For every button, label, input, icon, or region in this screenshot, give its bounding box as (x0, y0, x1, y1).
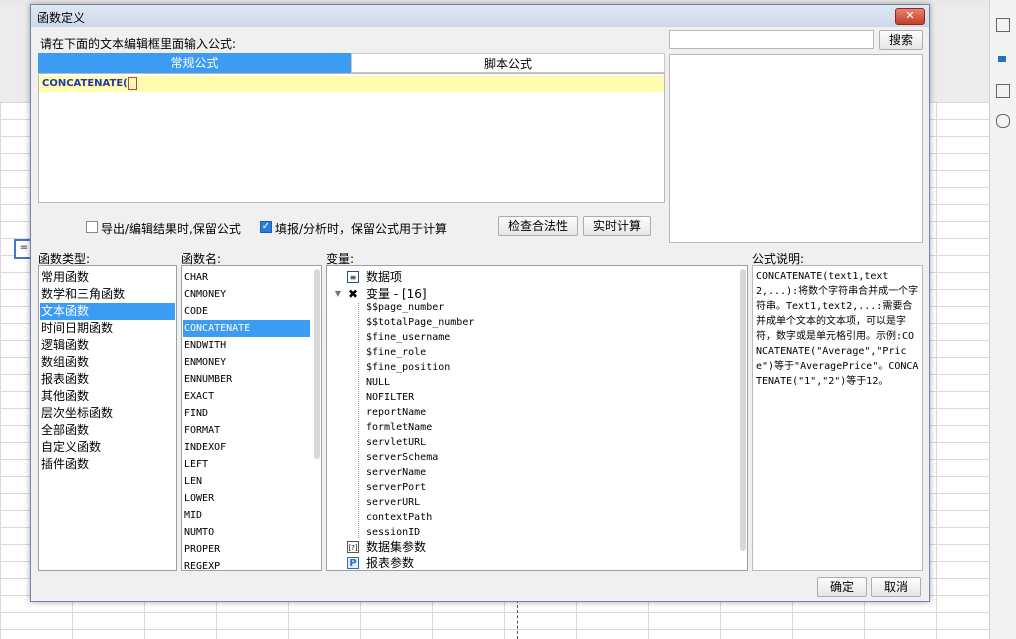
dialog-titlebar[interactable]: 函数定义 ✕ (31, 5, 929, 27)
formula-tabs: 常规公式 脚本公式 (38, 53, 665, 73)
export-keep-formula-label: 导出/编辑结果时,保留公式 (101, 222, 241, 236)
function-item[interactable]: CODE (183, 303, 208, 320)
tree-guide-line (358, 303, 359, 538)
function-name-list[interactable]: CHAR CNMONEY CODE CONCATENATE ENDWITH EN… (181, 265, 322, 571)
category-item[interactable]: 数学和三角函数 (40, 286, 125, 303)
category-item[interactable]: 全部函数 (40, 422, 89, 439)
function-item[interactable]: NUMTO (183, 524, 214, 541)
tree-node-report-params[interactable]: 报表参数 (365, 555, 414, 570)
function-item[interactable]: LOWER (183, 490, 214, 507)
expand-arrow-icon[interactable]: ▼ (332, 288, 344, 300)
fill-keep-formula-checkbox[interactable]: ✓ (260, 221, 272, 233)
function-item[interactable]: PROPER (183, 541, 220, 558)
function-item[interactable]: FORMAT (183, 422, 220, 439)
category-item[interactable]: 报表函数 (40, 371, 89, 388)
check-validity-button[interactable]: 检查合法性 (498, 216, 578, 236)
function-item[interactable]: CNMONEY (183, 286, 226, 303)
search-input[interactable] (669, 30, 874, 49)
function-item-selected[interactable]: CONCATENATE (183, 320, 310, 337)
variable-tree[interactable]: ≡ 数据项 ▼ ✖ 变量 - [16] $$page_number $$tota… (326, 265, 748, 571)
formula-explanation: CONCATENATE(text1,text2,...):将数个字符串合并成一个… (752, 265, 923, 571)
tree-node-dataset-params[interactable]: 数据集参数 (365, 539, 426, 556)
background-right-sidebar (989, 0, 1016, 639)
function-item[interactable]: ENDWITH (183, 337, 226, 354)
fill-keep-formula-label: 填报/分析时，保留公式用于计算 (275, 222, 448, 236)
variable-tree-scrollbar[interactable] (740, 269, 746, 551)
ok-button[interactable]: 确定 (817, 577, 867, 597)
editor-text: CONCATENATE( (42, 78, 128, 89)
sidebar-frame-icon[interactable] (996, 18, 1010, 32)
tab-normal-formula[interactable]: 常规公式 (38, 53, 351, 73)
category-item[interactable]: 层次坐标函数 (40, 405, 113, 422)
close-button[interactable]: ✕ (895, 8, 925, 25)
export-keep-formula-checkbox[interactable] (86, 221, 98, 233)
page-break-line (517, 600, 518, 639)
data-item-icon: ≡ (347, 271, 359, 283)
variable-group-icon: ✖ (347, 287, 359, 301)
sidebar-link-icon[interactable] (996, 114, 1010, 128)
report-params-icon: P (347, 557, 359, 569)
function-item[interactable]: INDEXOF (183, 439, 226, 456)
formula-prompt-label: 请在下面的文本编辑框里面输入公式: (40, 37, 237, 51)
function-item[interactable]: CHAR (183, 269, 208, 286)
tree-node-data-item[interactable]: 数据项 (365, 269, 402, 286)
formula-editor[interactable]: CONCATENATE( (38, 73, 665, 203)
dialog-title: 函数定义 (37, 11, 86, 25)
function-item[interactable]: EXACT (183, 388, 214, 405)
category-item[interactable]: 时间日期函数 (40, 320, 113, 337)
sidebar-active-icon[interactable] (998, 56, 1006, 62)
dialog-body: 请在下面的文本编辑框里面输入公式: 常规公式 脚本公式 CONCATENATE(… (31, 27, 929, 601)
function-item[interactable]: REGEXP (183, 558, 220, 570)
editor-current-line: CONCATENATE( (39, 76, 664, 92)
category-item-selected[interactable]: 文本函数 (40, 303, 175, 320)
category-item[interactable]: 数组函数 (40, 354, 89, 371)
function-item[interactable]: ENMONEY (183, 354, 226, 371)
function-item[interactable]: LEFT (183, 456, 208, 473)
function-item[interactable]: LEN (183, 473, 202, 490)
dataset-params-icon: [?] (347, 541, 359, 553)
search-results-panel[interactable] (669, 54, 923, 243)
editor-cursor (128, 77, 137, 90)
function-list-scrollbar[interactable] (314, 269, 320, 459)
function-item[interactable]: ENNUMBER (183, 371, 232, 388)
category-item[interactable]: 其他函数 (40, 388, 89, 405)
sidebar-layers-icon[interactable] (996, 84, 1010, 98)
function-definition-dialog: 函数定义 ✕ 请在下面的文本编辑框里面输入公式: 常规公式 脚本公式 CONCA… (30, 4, 930, 602)
tab-script-formula[interactable]: 脚本公式 (351, 53, 665, 73)
category-list[interactable]: 常用函数 数学和三角函数 文本函数 时间日期函数 逻辑函数 数组函数 报表函数 … (38, 265, 177, 571)
realtime-calc-button[interactable]: 实时计算 (583, 216, 651, 236)
search-button[interactable]: 搜索 (879, 30, 923, 50)
category-item[interactable]: 常用函数 (40, 269, 89, 286)
function-item[interactable]: FIND (183, 405, 208, 422)
category-item[interactable]: 插件函数 (40, 456, 89, 473)
category-item[interactable]: 逻辑函数 (40, 337, 89, 354)
cancel-button[interactable]: 取消 (871, 577, 921, 597)
function-item[interactable]: MID (183, 507, 202, 524)
category-item[interactable]: 自定义函数 (40, 439, 101, 456)
